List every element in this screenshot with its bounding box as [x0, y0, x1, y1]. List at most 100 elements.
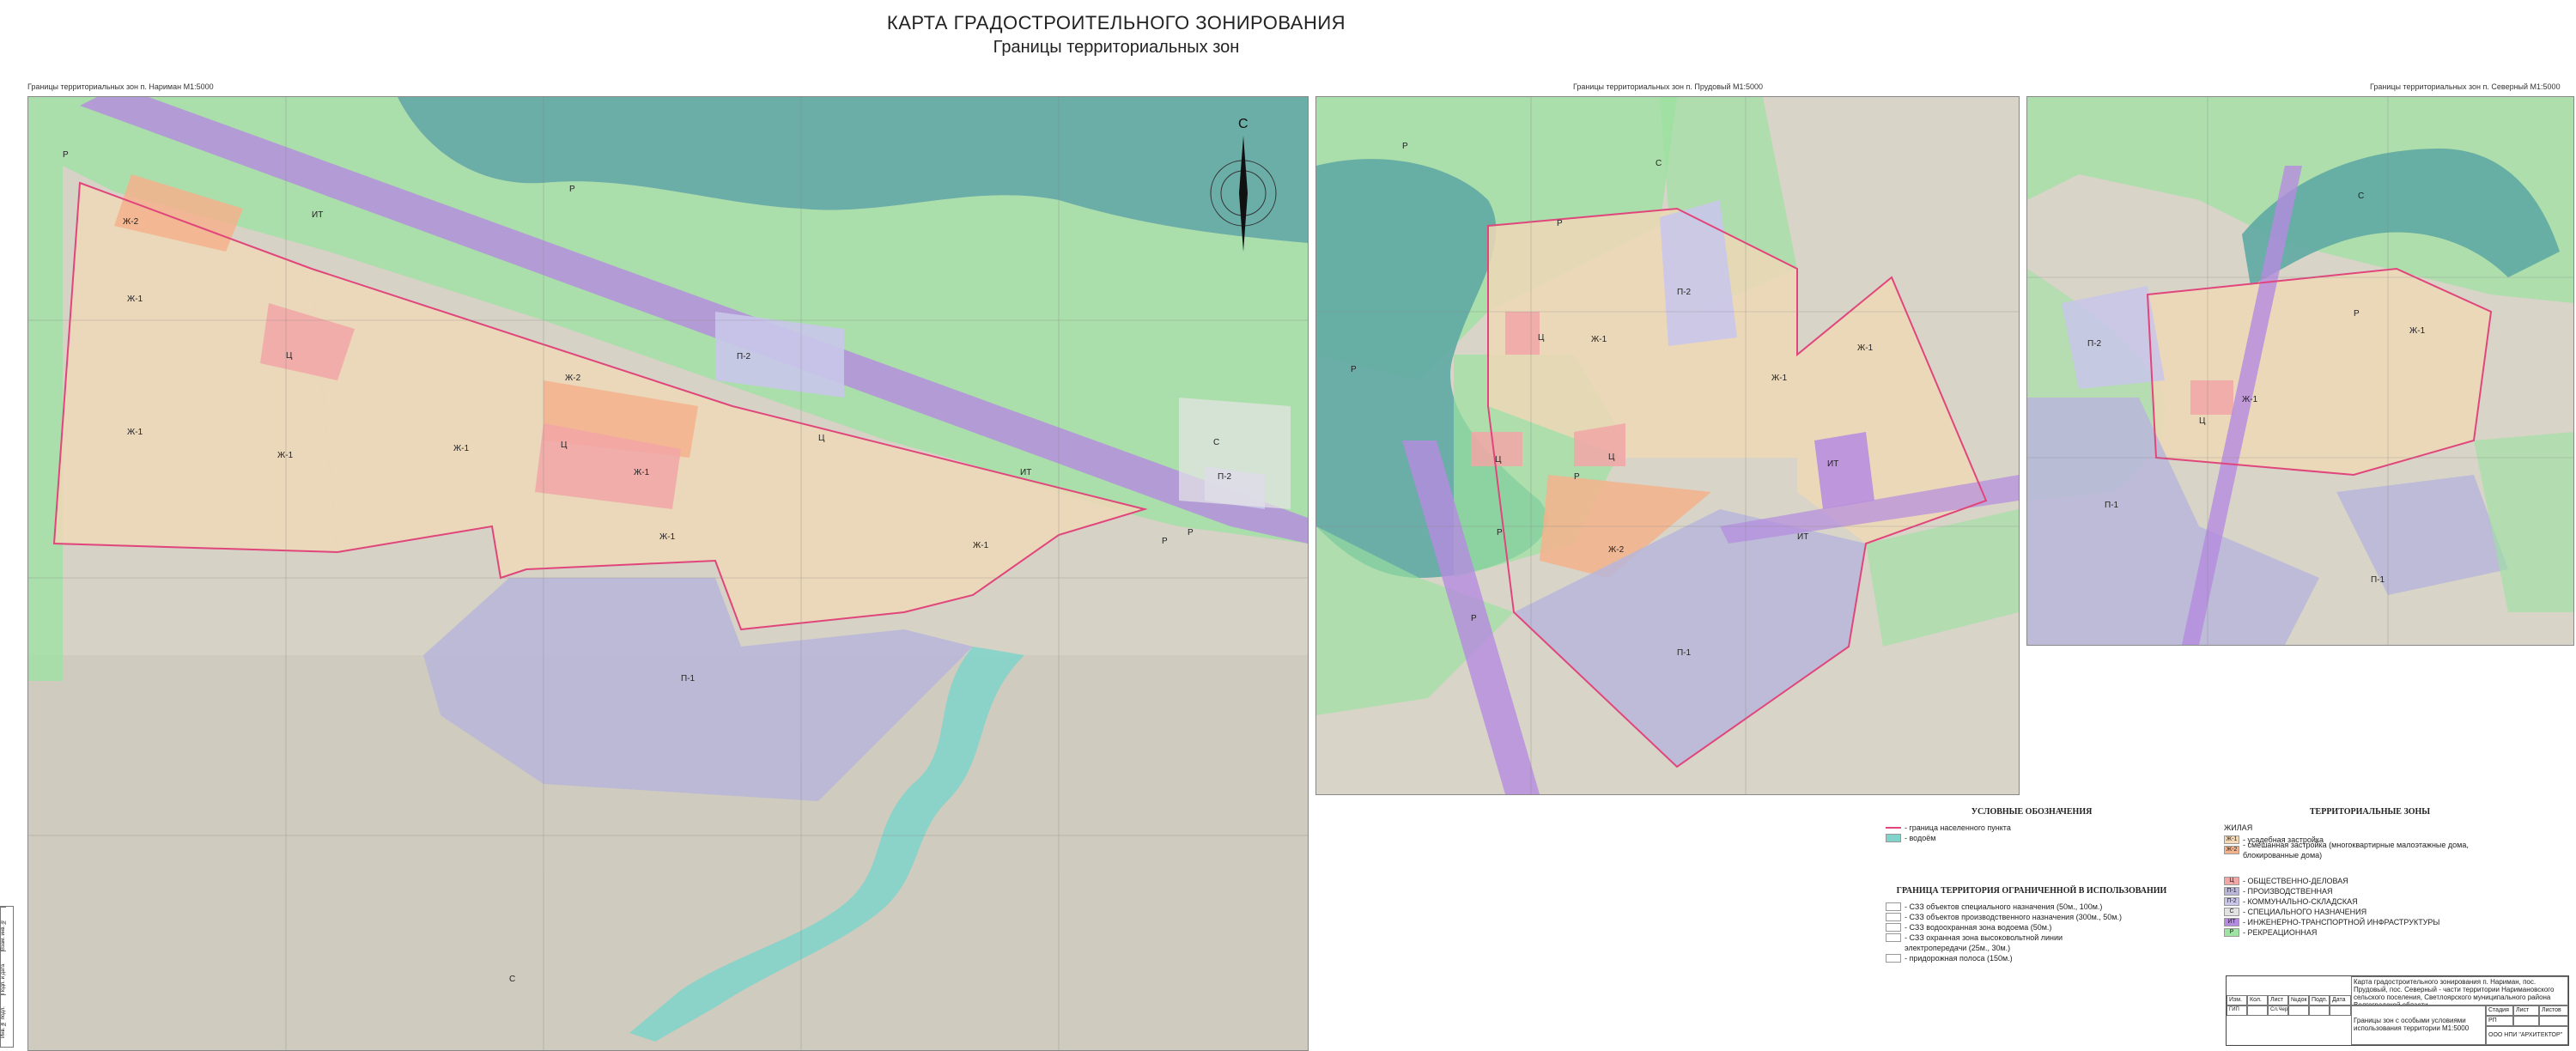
zone-label: Р — [1557, 219, 1563, 228]
legend-item-boundary: - граница населенного пункта — [1886, 823, 2178, 833]
zone-label: Ж-1 — [634, 468, 650, 477]
zone-label: Ж-1 — [659, 532, 676, 542]
map-caption-prudovy: Границы территориальных зон п. Прудовый … — [1573, 82, 1764, 91]
legend-label: - смешанная застройка (многоквартирные м… — [2243, 841, 2469, 860]
stamp-col-head: Кол. — [2247, 995, 2268, 1005]
map-nariman-svg: С Р Ж-2 ИТ Р Ж-1 Ц Ж-1 Ж-2 Ц Ж-1 Ж-1 Ж-1 П-2 Ц Ж-1 ИТ Ж-… — [28, 97, 1308, 1050]
legend-zone-item: П-1 - ПРОИЗВОДСТВЕННАЯ — [2224, 886, 2516, 896]
restricted-swatch — [1886, 923, 1901, 932]
stamp-col-value — [2309, 1005, 2330, 1016]
zone-label: Р — [1188, 528, 1194, 538]
boundary-line-swatch — [1886, 827, 1901, 829]
restricted-swatch — [1886, 913, 1901, 921]
zone-label: Ж-1 — [1591, 335, 1607, 344]
stamp-stage-head: Стадия — [2486, 1005, 2513, 1016]
water-swatch — [1886, 834, 1901, 842]
legend-restricted-title: ГРАНИЦА ТЕРРИТОРИЯ ОГРАНИЧЕННОЙ В ИСПОЛЬ… — [1896, 886, 2167, 896]
zone-label: Р — [1497, 528, 1503, 538]
legend-label: - ИНЖЕНЕРНО-ТРАНСПОРТНОЙ ИНФРАСТРУКТУРЫ — [2243, 918, 2440, 926]
zone-swatch: Ж-2 — [2224, 846, 2239, 854]
zone-label: Р — [1574, 472, 1580, 482]
legend-restricted-item: - СЗЗ объектов специального назначения (… — [1886, 902, 2178, 912]
zone-label: Ж-1 — [2242, 395, 2258, 404]
zone-label: П-2 — [1677, 288, 1692, 297]
zone-label: Ж-1 — [453, 444, 470, 453]
stamp-col-value — [2288, 1005, 2309, 1016]
zone-label: П-2 — [737, 352, 751, 361]
zone-label: ИТ — [1797, 532, 1808, 542]
stamp-col-head: Подп. — [2309, 995, 2330, 1005]
zone-label: С — [1656, 159, 1662, 168]
legend-zone-item: ИТ - ИНЖЕНЕРНО-ТРАНСПОРТНОЙ ИНФРАСТРУКТУР… — [2224, 917, 2516, 927]
zone-label: ИТ — [1827, 459, 1838, 469]
side-stamp-cell: Взам. инв. № — [1, 907, 6, 951]
zone-swatch: П-2 — [2224, 897, 2239, 906]
zone-label: Ж-1 — [1857, 343, 1874, 353]
legend-label: - СПЕЦИАЛЬНОГО НАЗНАЧЕНИЯ — [2243, 908, 2367, 916]
legend-label: - придорожная полоса (150м.) — [1905, 954, 2013, 963]
legend-item-water: - водоём — [1886, 833, 2178, 843]
map-prudovy-svg: Р С Р П-2 Ж-1 Ж-1 Ж-1 ИТ Ц Ц Ц Ж-2 П-1 Р Р Р ИТ Р — [1316, 97, 2019, 794]
legend-symbols-title: УСЛОВНЫЕ ОБОЗНАЧЕНИЯ — [1971, 807, 2093, 817]
zone-label: П-1 — [1677, 648, 1692, 658]
zone-label: Ж-1 — [973, 541, 989, 550]
legend-label: - граница населенного пункта — [1905, 823, 2011, 832]
zone-label: Р — [1162, 537, 1168, 546]
map-panel-severny[interactable]: С П-2 Ж-1 Ж-1 Ц Р П-1 П-1 — [2026, 96, 2574, 646]
map-panel-nariman[interactable]: С Р Ж-2 ИТ Р Ж-1 Ц Ж-1 Ж-2 Ц Ж-1 Ж-1 Ж-1 П-2 Ц Ж-1 ИТ Ж-… — [27, 96, 1309, 1051]
zone-label: Ц — [818, 434, 825, 443]
zone-label: Р — [1351, 365, 1357, 374]
zone-label: П-1 — [2105, 501, 2119, 510]
legend-zone-list: Ц - ОБЩЕСТВЕННО-ДЕЛОВАЯ П-1 - ПРОИЗВОДСТВЕН… — [2224, 876, 2516, 938]
zone-label: П-1 — [681, 674, 696, 683]
stamp-sheet-name: Границы зон с особыми условиями использо… — [2351, 1005, 2486, 1045]
legend-label: - СЗЗ охранная зона высоковольтной линии — [1905, 933, 2063, 942]
stamp-sheets — [2539, 1016, 2568, 1026]
title-block: Карта градостроительного зонирования п. … — [2226, 975, 2569, 1046]
zone-label: Ц — [2199, 416, 2206, 426]
legend-residential-list: Ж-1- усадебная застройка Ж-2- смешанная з… — [2224, 835, 2516, 860]
legend-restricted-item: электропередачи (25м., 30м.) — [1886, 943, 2178, 953]
zone-label: ИТ — [1020, 468, 1031, 477]
zone-label: Р — [1402, 142, 1408, 151]
zone-label: Р — [1471, 614, 1477, 623]
zone-label: Ж-1 — [2409, 326, 2426, 336]
zone-label: Ц — [286, 351, 293, 361]
stamp-sheets-head: Листов — [2539, 1005, 2568, 1016]
zone-label: Ж-2 — [1608, 545, 1625, 555]
zone-swatch: Ц — [2224, 877, 2239, 885]
map-title: КАРТА ГРАДОСТРОИТЕЛЬНОГО ЗОНИРОВАНИЯ — [886, 12, 1346, 33]
stamp-col-head: №док — [2288, 995, 2309, 1005]
stamp-company: ООО НПИ "АРХИТЕКТОР" — [2486, 1026, 2568, 1045]
zone-swatch: С — [2224, 908, 2239, 916]
zone-swatch: Р — [2224, 928, 2239, 937]
zone-label: Ц — [561, 440, 568, 450]
zone-label: С — [1213, 438, 1219, 447]
map-panel-prudovy[interactable]: Р С Р П-2 Ж-1 Ж-1 Ж-1 ИТ Ц Ц Ц Ж-2 П-1 Р Р Р ИТ Р — [1315, 96, 2020, 795]
zone-label: Ц — [1538, 333, 1545, 343]
legend-zone-item: С - СПЕЦИАЛЬНОГО НАЗНАЧЕНИЯ — [2224, 907, 2516, 917]
legend-label: - РЕКРЕАЦИОННАЯ — [2243, 928, 2318, 937]
side-stamp: Взам. инв. № Подп. и дата Инв. № подл. — [0, 906, 14, 1048]
zone-label: Ж-1 — [1771, 374, 1788, 383]
restricted-swatch — [1886, 954, 1901, 963]
zone-label: П-1 — [2371, 575, 2385, 585]
stamp-sheet — [2513, 1016, 2539, 1026]
legend-zone-item: Ж-2 - смешанная застройка (многоквартирны… — [2224, 841, 2516, 860]
legend-zone-item: П-2 - КОММУНАЛЬНО-СКЛАДСКАЯ — [2224, 896, 2516, 907]
legend-label: - СЗЗ объектов специального назначения (… — [1905, 902, 2103, 911]
legend-restricted-item: - СЗЗ водоохранная зона водоема (50м.) — [1886, 922, 2178, 933]
legend-zone-item: Р - РЕКРЕАЦИОННАЯ — [2224, 927, 2516, 938]
zone-label: С — [509, 975, 515, 984]
legend-restricted-item: - СЗЗ объектов производственного назначе… — [1886, 912, 2178, 922]
legend-label: - ОБЩЕСТВЕННО-ДЕЛОВАЯ — [2243, 877, 2348, 885]
legend-zones: ТЕРРИТОРИАЛЬНЫЕ ЗОНЫ ЖИЛАЯ Ж-1- усадебна… — [2224, 807, 2516, 938]
map-subtitle: Границы территориальных зон — [993, 38, 1240, 57]
legend-label: - КОММУНАЛЬНО-СКЛАДСКАЯ — [2243, 897, 2358, 906]
zone-label: Ц — [1608, 453, 1615, 462]
legend-restricted-list: - СЗЗ объектов специального назначения (… — [1886, 902, 2178, 963]
stamp-project: Карта градостроительного зонирования п. … — [2351, 976, 2568, 1005]
legend-zone-item: Ц - ОБЩЕСТВЕННО-ДЕЛОВАЯ — [2224, 876, 2516, 886]
zone-label: П-2 — [2087, 339, 2102, 349]
zone-label: Ж-1 — [127, 428, 143, 437]
